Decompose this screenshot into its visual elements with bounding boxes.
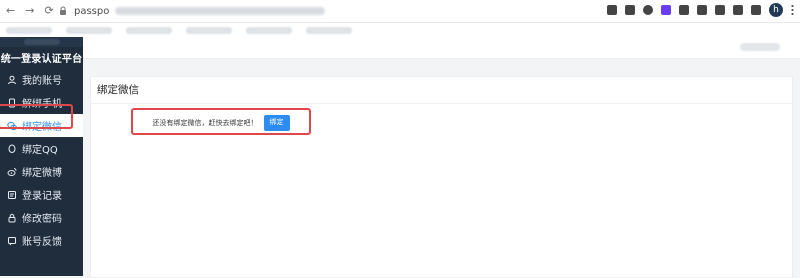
extension-icon-1[interactable] [643, 5, 653, 15]
sidebar-item-label: 修改密码 [22, 214, 62, 225]
sidebar-menu: 我的账号 解绑手机 绑定微信 绑定QQ 绑定微博 登录记录 修改密码 账号反馈 [0, 68, 83, 252]
menu-icon[interactable] [791, 4, 794, 16]
sidebar-item-unbind-phone[interactable]: 解绑手机 [0, 91, 83, 114]
bookmark[interactable] [126, 26, 172, 34]
sidebar-item-label: 我的账号 [22, 76, 62, 87]
bookmark[interactable] [306, 26, 352, 34]
url-text: passpo [74, 5, 110, 17]
bind-button[interactable]: 绑定 [263, 115, 290, 131]
address-bar[interactable]: passpo [58, 2, 618, 20]
bookmark[interactable] [186, 26, 232, 34]
share-icon[interactable] [607, 5, 617, 15]
sidebar-item-bind-wechat[interactable]: 绑定微信 [0, 114, 83, 137]
panel-icon[interactable] [751, 5, 761, 15]
sidebar-item-account-feedback[interactable]: 账号反馈 [0, 229, 83, 252]
forward-icon[interactable]: → [25, 3, 34, 19]
sidebar-item-change-password[interactable]: 修改密码 [0, 206, 83, 229]
feedback-icon [7, 236, 17, 246]
notice-text: 还没有绑定微信，赶快去绑定吧！ [152, 119, 258, 127]
user-icon [7, 75, 17, 85]
wechat-icon [7, 121, 17, 131]
url-blur [115, 7, 326, 15]
lock-icon [58, 6, 68, 16]
star-icon[interactable] [625, 5, 635, 15]
weibo-icon [7, 167, 17, 177]
sidebar-item-label: 绑定QQ [22, 145, 58, 156]
bookmark[interactable] [66, 26, 112, 34]
extension-icon-4[interactable] [697, 5, 707, 15]
back-icon[interactable]: ← [6, 3, 15, 19]
bind-notice: 还没有绑定微信，赶快去绑定吧！ 绑定 [131, 109, 311, 137]
sidebar-item-label: 解绑手机 [22, 99, 62, 110]
sidebar-item-login-records[interactable]: 登录记录 [0, 183, 83, 206]
extension-icon-5[interactable] [715, 5, 725, 15]
browser-chrome: ← → ⟳ passpo h [0, 0, 800, 23]
bookmarks-bar [0, 23, 800, 38]
bookmark[interactable] [246, 26, 292, 34]
panel-title: 绑定微信 [91, 77, 792, 104]
sidebar-item-label: 绑定微博 [22, 168, 62, 179]
extension-icon-2[interactable] [661, 5, 671, 15]
extension-icon-3[interactable] [679, 5, 689, 15]
main-content: 绑定微信 还没有绑定微信，赶快去绑定吧！ 绑定 [83, 37, 800, 278]
browser-right-icons: h [607, 3, 794, 17]
main-topbar [83, 37, 800, 59]
sidebar-item-label: 绑定微信 [22, 122, 62, 133]
brand-title: 统一登录认证平台 [0, 53, 83, 65]
bind-wechat-panel: 绑定微信 还没有绑定微信，赶快去绑定吧！ 绑定 [90, 76, 793, 278]
brand-logo [0, 37, 83, 47]
sidebar: 统一登录认证平台 我的账号 解绑手机 绑定微信 绑定QQ 绑定微博 登录记录 修… [0, 37, 83, 276]
puzzle-icon[interactable] [733, 5, 743, 15]
sidebar-item-bind-qq[interactable]: 绑定QQ [0, 137, 83, 160]
qq-icon [7, 143, 17, 154]
app: 统一登录认证平台 我的账号 解绑手机 绑定微信 绑定QQ 绑定微博 登录记录 修… [0, 37, 800, 278]
sidebar-item-bind-weibo[interactable]: 绑定微博 [0, 160, 83, 183]
profile-avatar[interactable]: h [769, 3, 783, 17]
lock-icon [7, 213, 17, 223]
browser-nav: ← → ⟳ [6, 3, 54, 19]
sidebar-item-label: 账号反馈 [22, 237, 62, 248]
bookmark[interactable] [6, 26, 52, 34]
phone-icon [7, 98, 17, 108]
user-info[interactable] [740, 43, 780, 51]
record-icon [7, 190, 17, 200]
reload-icon[interactable]: ⟳ [44, 3, 53, 19]
sidebar-item-label: 登录记录 [22, 191, 62, 202]
sidebar-item-my-account[interactable]: 我的账号 [0, 68, 83, 91]
